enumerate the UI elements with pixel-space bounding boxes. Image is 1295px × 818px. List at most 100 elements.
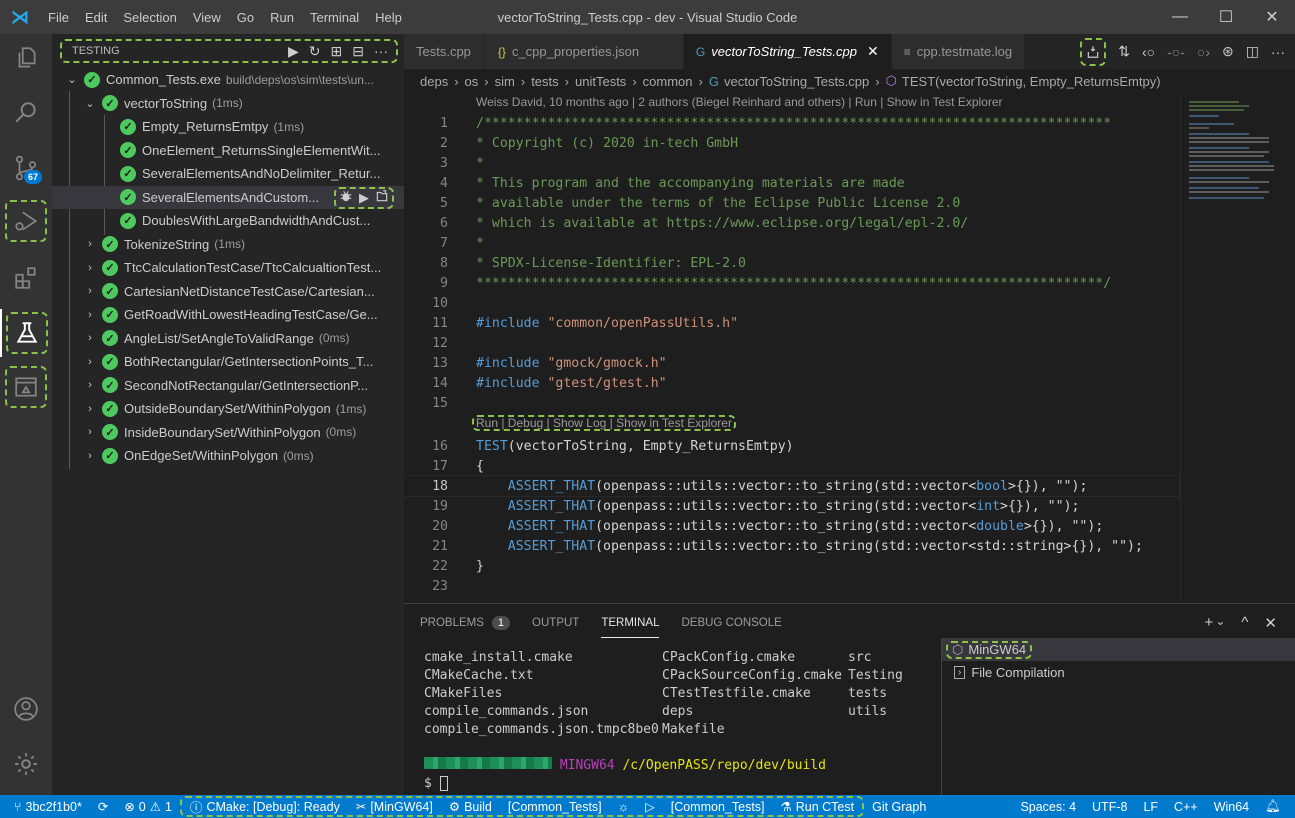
status-cmake[interactable]: ⓘ CMake: [Debug]: Ready: [182, 797, 348, 816]
chevron-right-icon[interactable]: ›: [82, 262, 98, 274]
status-launch-target[interactable]: [Common_Tests]: [663, 800, 773, 814]
git-circle-button[interactable]: -○-: [1167, 44, 1185, 60]
more-editor-actions-button[interactable]: ···: [1271, 44, 1285, 60]
tab-debug-console[interactable]: DEBUG CONSOLE: [681, 604, 781, 642]
chevron-right-icon[interactable]: ›: [82, 332, 98, 344]
test-item[interactable]: ✓ SeveralElementsAndNoDelimiter_Retur...: [52, 162, 404, 186]
activity-source-control[interactable]: 67: [0, 144, 52, 192]
menu-go[interactable]: Go: [229, 10, 262, 25]
test-suite-item[interactable]: › ✓ TokenizeString (1ms): [52, 233, 404, 257]
activity-accounts[interactable]: [0, 685, 52, 733]
code-line[interactable]: 2 * Copyright (c) 2020 in-tech GmbH: [404, 133, 1179, 153]
code-line[interactable]: 19 ASSERT_THAT(openpass::utils::vector::…: [404, 496, 1179, 516]
menu-terminal[interactable]: Terminal: [302, 10, 367, 25]
status-problems[interactable]: ⊗ 0 ⚠ 1: [116, 799, 180, 815]
menu-edit[interactable]: Edit: [77, 10, 115, 25]
breadcrumb-item[interactable]: os: [465, 74, 479, 89]
tab-terminal[interactable]: TERMINAL: [601, 604, 660, 642]
code-line[interactable]: 15: [404, 393, 1179, 413]
chevron-right-icon[interactable]: ›: [82, 403, 98, 415]
new-terminal-button[interactable]: +: [1205, 614, 1214, 632]
code-line[interactable]: 17{: [404, 456, 1179, 476]
activity-explorer[interactable]: [0, 34, 52, 82]
test-item[interactable]: ✓ Empty_ReturnsEmtpy (1ms): [52, 115, 404, 139]
code-line[interactable]: 14 #include "gtest/gtest.h": [404, 373, 1179, 393]
test-root-item[interactable]: ⌄ ✓ Common_Tests.exe build\deps\os\sim\t…: [52, 68, 404, 92]
tab-vectortostring-tests[interactable]: GvectorToString_Tests.cpp ✕: [683, 34, 892, 69]
close-panel-button[interactable]: ✕: [1264, 614, 1277, 632]
breadcrumb-item[interactable]: common: [643, 74, 693, 89]
test-suite-item[interactable]: › ✓ GetRoadWithLowestHeadingTestCase/Ge...: [52, 303, 404, 327]
code-line[interactable]: 1/**************************************…: [404, 113, 1179, 133]
status-kit[interactable]: ✂ [MinGW64]: [348, 799, 441, 815]
chevron-right-icon[interactable]: ›: [82, 379, 98, 391]
git-graph-button[interactable]: ⊛: [1222, 43, 1234, 60]
menu-view[interactable]: View: [185, 10, 229, 25]
chevron-down-icon[interactable]: ⌄: [82, 97, 98, 110]
debug-test-button[interactable]: [339, 189, 353, 206]
terminal-item-mingw64[interactable]: ⬡ MinGW64: [942, 638, 1295, 661]
breadcrumb-item[interactable]: unitTests: [575, 74, 626, 89]
code-line[interactable]: 4 * This program and the accompanying mat…: [404, 173, 1179, 193]
code-line[interactable]: 16 TEST(vectorToString, Empty_ReturnsEmtp…: [404, 436, 1179, 456]
activity-run-debug[interactable]: [5, 200, 47, 242]
git-previous-button[interactable]: ‹○: [1142, 44, 1155, 60]
status-build-target[interactable]: [Common_Tests]: [500, 800, 610, 814]
minimize-button[interactable]: —: [1157, 0, 1203, 34]
code-line[interactable]: 13 #include "gmock/gmock.h": [404, 353, 1179, 373]
status-language[interactable]: C++: [1166, 800, 1206, 814]
terminal-dropdown-button[interactable]: ⌄: [1215, 614, 1225, 632]
status-run-ctest[interactable]: ⚗ Run CTest: [773, 799, 863, 815]
terminal-item-file-compilation[interactable]: › File Compilation: [942, 661, 1295, 684]
code-line[interactable]: 23: [404, 576, 1179, 596]
go-to-test-button[interactable]: [375, 189, 389, 206]
test-item-selected[interactable]: ✓ SeveralElementsAndCustom... ▶: [52, 185, 404, 209]
test-suite-item[interactable]: › ✓ AngleList/SetAngleToValidRange (0ms): [52, 327, 404, 351]
status-eol[interactable]: LF: [1135, 800, 1166, 814]
code-editor[interactable]: Weiss David, 10 months ago | 2 authors (…: [403, 93, 1180, 603]
close-tab-button[interactable]: ✕: [867, 43, 879, 60]
status-notifications[interactable]: 🔔︎: [1257, 799, 1295, 814]
test-coverage-button[interactable]: [1080, 37, 1107, 66]
code-line[interactable]: 18 ASSERT_THAT(openpass::utils::vector::…: [403, 475, 1180, 497]
activity-testing[interactable]: [0, 309, 52, 357]
test-suite-item[interactable]: › ✓ BothRectangular/GetIntersectionPoints_…: [52, 350, 404, 374]
chevron-down-icon[interactable]: ⌄: [64, 73, 80, 86]
test-suite-item[interactable]: › ✓ CartesianNetDistanceTestCase/Cartesian…: [52, 280, 404, 304]
status-debug[interactable]: ☼: [610, 800, 637, 814]
chevron-right-icon[interactable]: ›: [82, 285, 98, 297]
menu-file[interactable]: File: [40, 10, 77, 25]
maximize-button[interactable]: ☐: [1203, 0, 1249, 34]
compare-changes-button[interactable]: ⇅: [1118, 43, 1130, 60]
codelens-test-actions[interactable]: Run | Debug | Show Log | Show in Test Ex…: [472, 415, 736, 431]
close-window-button[interactable]: ✕: [1249, 0, 1295, 34]
code-line[interactable]: 8 * SPDX-License-Identifier: EPL-2.0: [404, 253, 1179, 273]
code-line[interactable]: 20 ASSERT_THAT(openpass::utils::vector::…: [404, 516, 1179, 536]
status-sync[interactable]: ⟳: [90, 799, 116, 814]
code-line[interactable]: 22}: [404, 556, 1179, 576]
chevron-right-icon[interactable]: ›: [82, 426, 98, 438]
terminal-input-line[interactable]: $: [424, 775, 448, 793]
chevron-right-icon[interactable]: ›: [82, 450, 98, 462]
tab-tests-cpp[interactable]: Tests.cpp: [404, 34, 484, 69]
run-test-button[interactable]: ▶: [359, 190, 369, 206]
chevron-right-icon[interactable]: ›: [82, 356, 98, 368]
code-line[interactable]: 3 *: [404, 153, 1179, 173]
test-suite-item[interactable]: › ✓ SecondNotRectangular/GetIntersectionP.…: [52, 374, 404, 398]
breadcrumb-item[interactable]: vectorToString_Tests.cpp: [724, 74, 869, 89]
code-line[interactable]: 11 #include "common/openPassUtils.h": [404, 313, 1179, 333]
status-launch[interactable]: ▷: [637, 799, 663, 814]
menu-selection[interactable]: Selection: [115, 10, 184, 25]
code-line[interactable]: 21 ASSERT_THAT(openpass::utils::vector::…: [404, 536, 1179, 556]
maximize-panel-button[interactable]: ^: [1241, 614, 1248, 632]
tab-cpp-testmate-log[interactable]: ≡ cpp.testmate.log: [891, 34, 1026, 69]
status-encoding[interactable]: UTF-8: [1084, 800, 1135, 814]
activity-search[interactable]: [0, 89, 52, 137]
test-item[interactable]: ✓ DoublesWithLargeBandwidthAndCust...: [52, 209, 404, 233]
chevron-right-icon[interactable]: ›: [82, 309, 98, 321]
status-git-graph[interactable]: Git Graph: [864, 800, 934, 814]
status-platform[interactable]: Win64: [1206, 800, 1257, 814]
status-branch[interactable]: ⑂ 3bc2f1b0*: [0, 800, 90, 814]
code-line[interactable]: 10: [404, 293, 1179, 313]
test-item[interactable]: ✓ OneElement_ReturnsSingleElementWit...: [52, 139, 404, 163]
